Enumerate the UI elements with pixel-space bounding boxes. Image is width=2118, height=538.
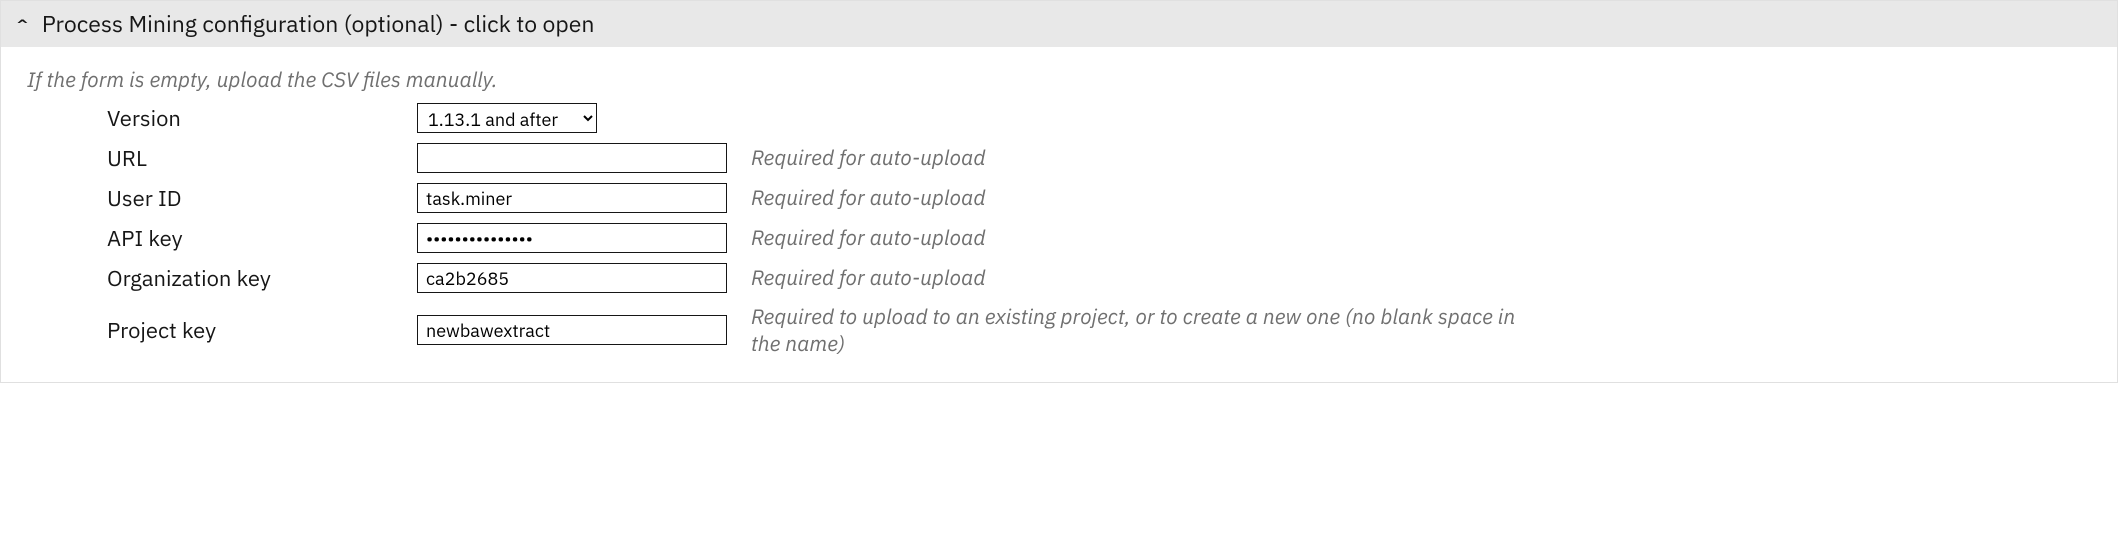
- org-key-input[interactable]: [417, 263, 727, 293]
- version-label: Version: [107, 104, 407, 133]
- caret-up-icon: ^: [17, 17, 28, 32]
- panel-header[interactable]: ^ Process Mining configuration (optional…: [1, 1, 2117, 47]
- url-hint: Required for auto-upload: [747, 144, 1537, 171]
- panel-title: Process Mining configuration (optional) …: [42, 9, 595, 39]
- project-key-hint: Required to upload to an existing projec…: [747, 303, 1537, 358]
- user-id-label: User ID: [107, 184, 407, 213]
- org-key-hint: Required for auto-upload: [747, 264, 1537, 291]
- org-key-label: Organization key: [107, 264, 407, 293]
- url-input[interactable]: [417, 143, 727, 173]
- api-key-hint: Required for auto-upload: [747, 224, 1537, 251]
- project-key-label: Project key: [107, 316, 407, 345]
- url-label: URL: [107, 144, 407, 173]
- panel-body: If the form is empty, upload the CSV fil…: [1, 47, 2117, 382]
- user-id-hint: Required for auto-upload: [747, 184, 1537, 211]
- api-key-input[interactable]: [417, 223, 727, 253]
- config-form: Version 1.13.1 and after URL Required fo…: [27, 103, 2091, 358]
- version-select[interactable]: 1.13.1 and after: [417, 103, 597, 133]
- project-key-input[interactable]: [417, 315, 727, 345]
- helper-text: If the form is empty, upload the CSV fil…: [27, 65, 2091, 93]
- api-key-label: API key: [107, 224, 407, 253]
- process-mining-config-panel: ^ Process Mining configuration (optional…: [0, 0, 2118, 383]
- user-id-input[interactable]: [417, 183, 727, 213]
